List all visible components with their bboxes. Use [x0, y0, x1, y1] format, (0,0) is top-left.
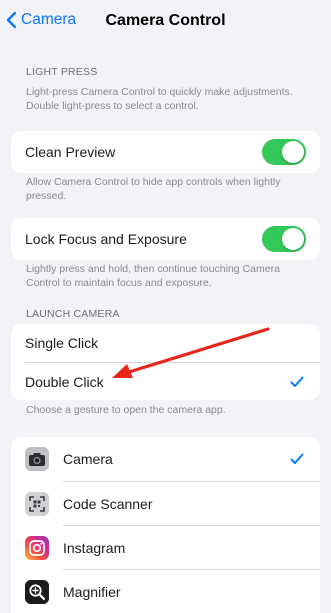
code-scanner-app-icon — [25, 491, 49, 516]
app-row-code-scanner[interactable]: Code Scanner — [11, 482, 320, 525]
checkmark-icon — [290, 453, 304, 464]
lock-focus-group: Lock Focus and Exposure — [11, 218, 320, 260]
app-label: Code Scanner — [63, 495, 153, 512]
app-row-magnifier[interactable]: Magnifier — [11, 570, 320, 613]
clean-preview-row: Clean Preview — [11, 131, 320, 173]
clean-preview-toggle[interactable] — [262, 139, 306, 165]
instagram-app-icon — [25, 535, 49, 560]
page-title: Camera Control — [105, 12, 226, 29]
magnifier-app-icon — [25, 579, 49, 604]
app-label: Magnifier — [63, 583, 121, 600]
clean-preview-label: Clean Preview — [25, 144, 116, 160]
checkmark-icon — [290, 376, 304, 387]
app-label: Instagram — [63, 539, 126, 556]
light-press-description: Light-press Camera Control to quickly ma… — [26, 86, 293, 112]
camera-app-list: Camera Code Scanner Instagram Magnifier — [11, 437, 320, 613]
clean-preview-group: Clean Preview — [11, 131, 320, 173]
launch-gesture-group: Single Click Double Click — [11, 324, 320, 400]
app-label: Camera — [63, 451, 113, 467]
lock-focus-row: Lock Focus and Exposure — [11, 218, 320, 260]
toggle-knob — [282, 228, 304, 250]
clean-preview-footer: Allow Camera Control to hide app control… — [26, 176, 281, 202]
app-row-camera[interactable]: Camera — [11, 437, 320, 481]
gesture-option-single-click[interactable]: Single Click — [11, 324, 320, 362]
lock-focus-footer: Lightly press and hold, then continue to… — [26, 263, 280, 289]
toggle-knob — [282, 141, 304, 163]
lock-focus-label: Lock Focus and Exposure — [25, 231, 187, 247]
nav-bar: Camera Camera Control — [0, 0, 331, 44]
section-header-launch-camera: LAUNCH CAMERA — [26, 308, 120, 320]
lock-focus-toggle[interactable] — [262, 226, 306, 252]
camera-app-icon — [25, 447, 49, 471]
app-row-instagram[interactable]: Instagram — [11, 526, 320, 569]
gesture-option-label: Single Click — [25, 335, 99, 351]
launch-camera-footer: Choose a gesture to open the camera app. — [26, 404, 226, 416]
gesture-option-double-click[interactable]: Double Click — [11, 363, 320, 400]
gesture-option-label: Double Click — [25, 373, 104, 390]
section-header-light-press: LIGHT PRESS — [26, 66, 98, 78]
